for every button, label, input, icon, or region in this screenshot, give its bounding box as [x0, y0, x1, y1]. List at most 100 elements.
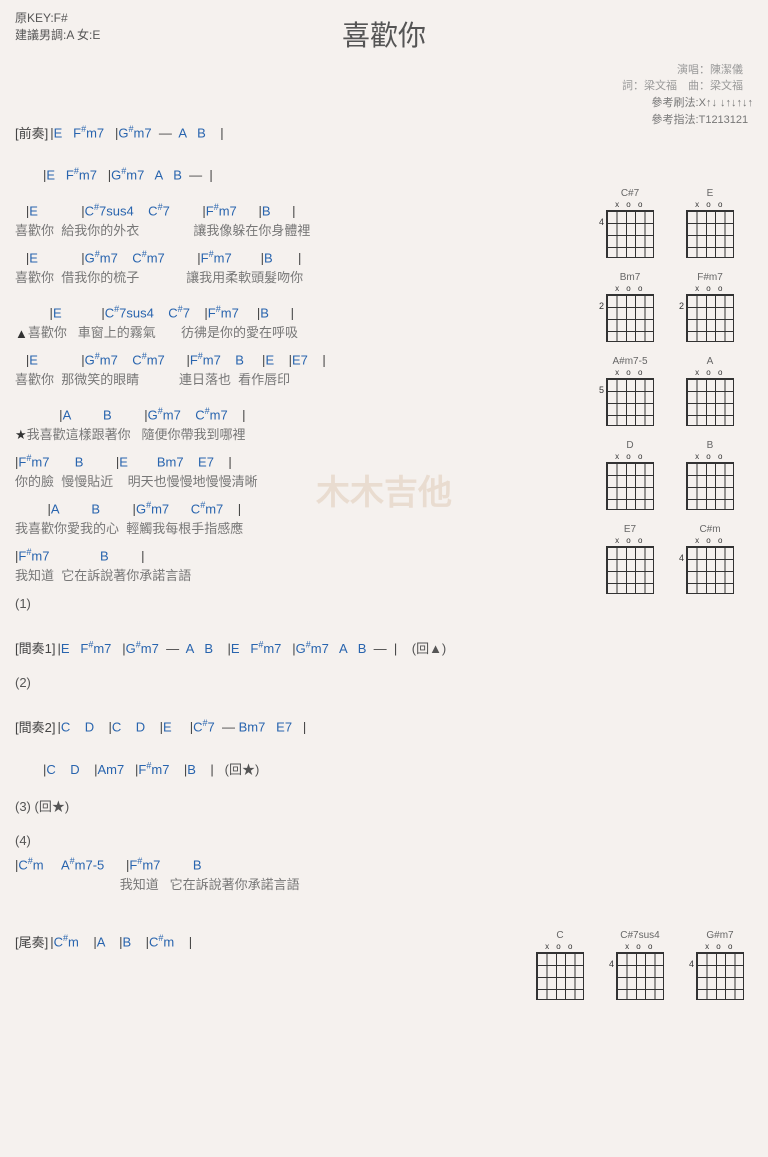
- chord-name: C#m: [680, 524, 740, 535]
- diagram-row: A#m7-5x o o5Ax o o: [600, 356, 750, 426]
- fretboard-icon: 4: [696, 952, 744, 1000]
- chord-line: |C D |C D |E |C#7 — Bm7 E7 |: [57, 718, 306, 736]
- lyric-line: 喜歡你 車窗上的霧氣 彷彿是你的愛在呼吸: [28, 322, 298, 341]
- open-mute: x o o: [680, 284, 740, 293]
- finger-pattern: 參考指法:T1213121: [652, 112, 753, 129]
- open-mute: x o o: [690, 942, 750, 951]
- ending-line: |C#m A#m7-5 |F#m7 B 我知道 它在訴說著你承諾言語: [15, 856, 753, 893]
- open-mute: x o o: [600, 368, 660, 377]
- open-mute: x o o: [680, 536, 740, 545]
- strum-pattern: 參考刷法:X↑↓ ↓↑↓↑↓↑: [652, 95, 753, 112]
- credits: 演唱：陳潔儀 詞：梁文福 曲：梁文福: [15, 62, 753, 95]
- fretboard-icon: 4: [606, 210, 654, 258]
- chord-line: |E |C#7sus4 C#7 |F#m7 |B |: [28, 304, 298, 322]
- open-mute: x o o: [680, 452, 740, 461]
- section-label: [間奏1]: [15, 638, 55, 657]
- chord-diagram: C#7x o o4: [600, 188, 660, 258]
- fret-number: 5: [599, 385, 604, 395]
- chord-diagram: Bm7x o o2: [600, 272, 660, 342]
- chord-line: |A B |G#m7 C#m7 |: [15, 500, 243, 518]
- fretboard-icon: [606, 546, 654, 594]
- chord-line: |E |G#m7 C#m7 |F#m7 |B |: [15, 249, 303, 267]
- open-mute: x o o: [600, 284, 660, 293]
- intro-line-1: [前奏] |E F#m7 |G#m7 — A B |: [15, 106, 753, 142]
- intro-line-2: |E F#m7 |G#m7 A B — |: [43, 148, 753, 184]
- chord-line: |F#m7 B |: [15, 547, 191, 565]
- chord-line: |E |C#7sus4 C#7 |F#m7 |B |: [15, 202, 310, 220]
- open-mute: x o o: [600, 200, 660, 209]
- reference-patterns: 參考刷法:X↑↓ ↓↑↓↑↓↑ 參考指法:T1213121: [652, 95, 753, 128]
- chord-name: G#m7: [690, 930, 750, 941]
- fretboard-icon: [686, 210, 734, 258]
- interlude-2b: |C D |Am7 |F#m7 |B | (回★): [43, 742, 753, 778]
- chord-diagram: Bx o o: [680, 440, 740, 510]
- fretboard-icon: 2: [606, 294, 654, 342]
- fretboard-icon: 2: [686, 294, 734, 342]
- fret-number: 4: [599, 217, 604, 227]
- chord-diagram: A#m7-5x o o5: [600, 356, 660, 426]
- fretboard-icon: [536, 952, 584, 1000]
- chord-name: B: [680, 440, 740, 451]
- chord-name: C#7sus4: [610, 930, 670, 941]
- section-label: [間奏2]: [15, 717, 55, 736]
- chord-line: |C#m A#m7-5 |F#m7 B: [15, 856, 300, 874]
- chord-name: A: [680, 356, 740, 367]
- fretboard-icon: [606, 462, 654, 510]
- fret-number: 4: [679, 553, 684, 563]
- chord-line: |E F#m7 |G#m7 A B — |: [43, 166, 213, 184]
- lyric-line: 你的臉 慢慢貼近 明天也慢慢地慢慢清晰: [15, 471, 258, 490]
- chord-diagram: C#7sus4x o o4: [610, 930, 670, 1000]
- sequence-2: (2): [15, 675, 753, 690]
- chord-name: Bm7: [600, 272, 660, 283]
- open-mute: x o o: [530, 942, 590, 951]
- chord-line: |E |G#m7 C#m7 |F#m7 B |E |E7 |: [15, 351, 326, 369]
- chord-line: |C#m |A |B |C#m |: [50, 933, 192, 951]
- interlude-2a: [間奏2] |C D |C D |E |C#7 — Bm7 E7 |: [15, 700, 753, 736]
- open-mute: x o o: [680, 200, 740, 209]
- chord-diagram: C#mx o o4: [680, 524, 740, 594]
- fretboard-icon: 4: [616, 952, 664, 1000]
- interlude-1: [間奏1] |E F#m7 |G#m7 — A B |E F#m7 |G#m7 …: [15, 621, 753, 657]
- chord-name: E: [680, 188, 740, 199]
- chord-line: |A B |G#m7 C#m7 |: [27, 406, 246, 424]
- chord-name: E7: [600, 524, 660, 535]
- sequence-4: (4): [15, 833, 753, 848]
- chord-diagram: G#m7x o o4: [690, 930, 750, 1000]
- section-marker: ▲: [15, 326, 28, 341]
- fret-number: 4: [609, 959, 614, 969]
- chord-diagram: E7x o o: [600, 524, 660, 594]
- diagram-row: Dx o oBx o o: [600, 440, 750, 510]
- diagram-row: C#7x o o4Ex o o: [600, 188, 750, 258]
- chord-diagram: F#m7x o o2: [680, 272, 740, 342]
- chord-line: |F#m7 B |E Bm7 E7 |: [15, 453, 258, 471]
- diagram-row: E7x o oC#mx o o4: [600, 524, 750, 594]
- open-mute: x o o: [600, 536, 660, 545]
- chord-diagram: Ax o o: [680, 356, 740, 426]
- section-label: [尾奏]: [15, 932, 48, 951]
- chord-diagram: Ex o o: [680, 188, 740, 258]
- lyric-line: 喜歡你 給我你的外衣 讓我像躲在你身體裡: [15, 220, 310, 239]
- chord-diagrams-row: Cx o oC#7sus4x o o4G#m7x o o4: [530, 930, 750, 1000]
- fret-number: 2: [599, 301, 604, 311]
- lyric-line: 喜歡你 借我你的梳子 讓我用柔軟頭髮吻你: [15, 267, 303, 286]
- section-marker: ★: [15, 427, 27, 443]
- sequence-3: (3) (回★): [15, 796, 753, 815]
- chord-name: D: [600, 440, 660, 451]
- fretboard-icon: 4: [686, 546, 734, 594]
- header: 原KEY:F# 建議男調:A 女:E 喜歡你 演唱：陳潔儀 詞：梁文福 曲：梁文…: [0, 0, 768, 100]
- open-mute: x o o: [610, 942, 670, 951]
- chord-line: |C D |Am7 |F#m7 |B | (回★): [43, 759, 259, 778]
- lyric-line: 我喜歡你愛我的心 輕觸我每根手指感應: [15, 518, 243, 537]
- open-mute: x o o: [600, 452, 660, 461]
- lyric-line: 我喜歡這樣跟著你 隨便你帶我到哪裡: [27, 424, 246, 443]
- chord-line: |E F#m7 |G#m7 — A B |E F#m7 |G#m7 A B — …: [57, 638, 446, 657]
- chord-name: C: [530, 930, 590, 941]
- lyric-line: 喜歡你 那微笑的眼睛 連日落也 看作唇印: [15, 369, 326, 388]
- chord-diagram: Dx o o: [600, 440, 660, 510]
- fretboard-icon: [686, 462, 734, 510]
- fretboard-icon: [686, 378, 734, 426]
- lyric-line: 我知道 它在訴說著你承諾言語: [15, 874, 300, 893]
- chord-name: C#7: [600, 188, 660, 199]
- chord-diagram: Cx o o: [530, 930, 590, 1000]
- chord-diagrams: C#7x o o4Ex o oBm7x o o2F#m7x o o2A#m7-5…: [600, 188, 750, 608]
